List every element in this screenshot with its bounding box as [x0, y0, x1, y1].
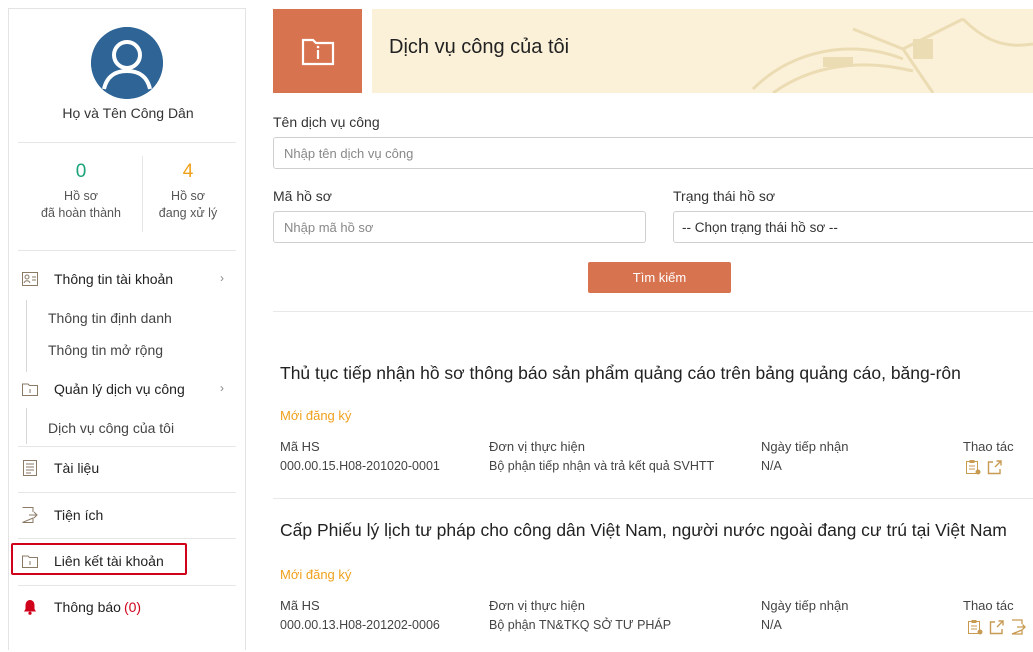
divider: [18, 250, 236, 251]
col-head-actions: Thao tác: [963, 439, 1014, 454]
col-head-code: Mã HS: [280, 598, 320, 613]
record-date-2: N/A: [761, 618, 782, 632]
clipboard-icon[interactable]: [967, 619, 983, 635]
sidebar-item-label: Thông tin tài khoản: [54, 271, 174, 287]
col-head-unit: Đơn vị thực hiện: [489, 439, 585, 454]
decorative-pattern-icon: [751, 17, 1033, 93]
col-head-date: Ngày tiếp nhận: [761, 598, 849, 613]
stat-completed-label-1: Hồ sơ: [64, 189, 98, 203]
document-icon: [22, 460, 38, 476]
user-name: Họ và Tên Công Dân: [62, 105, 194, 121]
bell-icon: [22, 599, 38, 615]
status-label: Trạng thái hồ sơ: [673, 188, 776, 204]
sidebar-subitem-extended[interactable]: Thông tin mở rộng: [28, 338, 163, 362]
record-title-2[interactable]: Cấp Phiếu lý lịch tư pháp cho công dân V…: [280, 521, 1030, 539]
chevron-right-icon: ›: [220, 271, 224, 285]
sidebar-subitem-identity[interactable]: Thông tin định danh: [28, 306, 172, 330]
stat-completed[interactable]: 0 Hồ sơ đã hoàn thành: [20, 160, 142, 222]
sidebar-item-documents[interactable]: Tài liệu: [18, 456, 236, 480]
sidebar-item-label: Thông báo: [54, 599, 121, 615]
submenu-line: [26, 408, 27, 444]
status-select-value: -- Chọn trạng thái hồ sơ --: [682, 219, 838, 235]
notification-count: (0): [123, 599, 142, 615]
record-actions-1: [965, 459, 1003, 475]
id-card-icon: [22, 271, 38, 287]
divider: [18, 142, 236, 143]
header-banner: Dịch vụ công của tôi: [372, 9, 1033, 93]
record-title-1[interactable]: Thủ tục tiếp nhận hồ sơ thông báo sản ph…: [280, 364, 1030, 382]
col-head-code: Mã HS: [280, 439, 320, 454]
divider: [18, 446, 236, 447]
record-actions-2: [967, 619, 1027, 635]
sidebar-subitem-my-services[interactable]: Dịch vụ công của tôi: [28, 416, 174, 440]
sidebar-item-notifications[interactable]: Thông báo (0): [18, 595, 236, 619]
file-code-input[interactable]: [273, 211, 646, 243]
service-name-label: Tên dịch vụ công: [273, 114, 380, 130]
chevron-right-icon: ›: [220, 381, 224, 395]
file-code-label: Mã hồ sơ: [273, 188, 332, 204]
divider: [273, 311, 1033, 312]
clipboard-icon[interactable]: [965, 459, 981, 475]
stat-processing-label-1: Hồ sơ: [171, 189, 205, 203]
page-title: Dịch vụ công của tôi: [389, 36, 570, 58]
file-export-icon[interactable]: [1011, 619, 1027, 635]
sidebar-item-label: Liên kết tài khoản: [54, 553, 164, 569]
sidebar-item-service-management[interactable]: Quản lý dịch vụ công ›: [18, 377, 236, 401]
share-icon[interactable]: [987, 459, 1003, 475]
col-head-unit: Đơn vị thực hiện: [489, 598, 585, 613]
stat-processing-label-2: đang xử lý: [158, 206, 218, 220]
record-unit-1: Bộ phận tiếp nhận và trả kết quả SVHTT: [489, 459, 715, 473]
divider: [18, 538, 236, 539]
folder-icon: [22, 553, 38, 569]
stat-completed-label-2: đã hoàn thành: [41, 206, 121, 220]
status-select[interactable]: -- Chọn trạng thái hồ sơ --: [673, 211, 1033, 243]
sidebar-item-label: Tài liệu: [54, 460, 100, 476]
search-button[interactable]: Tìm kiếm: [588, 262, 731, 293]
record-code-1: 000.00.15.H08-201020-0001: [280, 459, 440, 473]
user-avatar-icon[interactable]: [91, 27, 163, 99]
record-date-1: N/A: [761, 459, 782, 473]
sidebar-item-utilities[interactable]: Tiện ích: [18, 503, 236, 527]
divider: [273, 498, 1033, 499]
divider: [18, 492, 236, 493]
sidebar-item-label: Tiện ích: [54, 507, 104, 523]
service-name-input[interactable]: [273, 137, 1033, 169]
sidebar-item-label: Quản lý dịch vụ công: [54, 381, 185, 397]
submenu-line: [26, 300, 27, 372]
share-icon[interactable]: [989, 619, 1005, 635]
record-code-2: 000.00.13.H08-201202-0006: [280, 618, 440, 632]
stat-processing[interactable]: 4 Hồ sơ đang xử lý: [142, 160, 234, 222]
sidebar-item-account-link[interactable]: Liên kết tài khoản: [18, 549, 236, 573]
folder-icon: [22, 381, 38, 397]
divider: [18, 585, 236, 586]
header-folder-icon: [273, 9, 362, 93]
file-export-icon: [22, 507, 38, 523]
record-unit-2: Bộ phận TN&TKQ SỞ TƯ PHÁP: [489, 618, 672, 632]
record-status-1: Mới đăng ký: [280, 408, 352, 423]
col-head-date: Ngày tiếp nhận: [761, 439, 849, 454]
col-head-actions: Thao tác: [963, 598, 1014, 613]
record-status-2: Mới đăng ký: [280, 567, 352, 582]
sidebar-item-account-info[interactable]: Thông tin tài khoản ›: [18, 267, 236, 291]
